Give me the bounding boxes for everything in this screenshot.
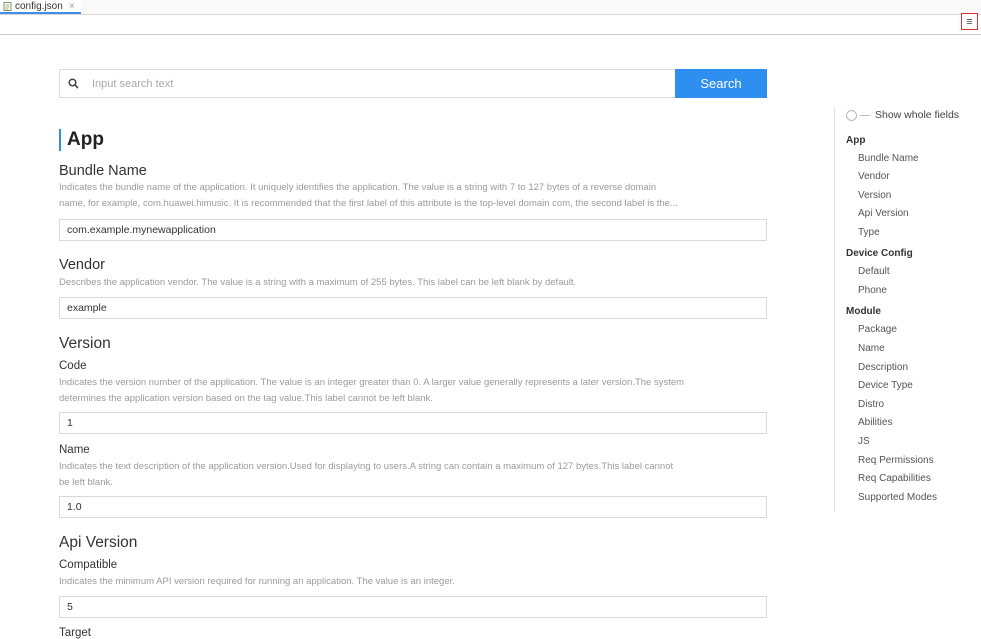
- nav-item-version[interactable]: Version: [858, 190, 891, 201]
- nav-item-description[interactable]: Description: [858, 362, 908, 373]
- field-desc-name-1: Indicates the text description of the ap…: [59, 461, 674, 472]
- version-name-input[interactable]: 1.0: [59, 496, 767, 518]
- section-title-app: App: [59, 129, 104, 151]
- tab-label: config.json: [15, 0, 63, 12]
- api-compatible-input[interactable]: 5: [59, 596, 767, 618]
- nav-item-device-type[interactable]: Device Type: [858, 380, 913, 391]
- nav-item-type[interactable]: Type: [858, 227, 880, 238]
- field-title-vendor: Vendor: [59, 257, 105, 273]
- field-desc-vendor: Describes the application vendor. The va…: [59, 277, 577, 288]
- nav-item-supported-modes[interactable]: Supported Modes: [858, 492, 937, 503]
- nav-item-req-permissions[interactable]: Req Permissions: [858, 455, 934, 466]
- nav-item-api-version[interactable]: Api Version: [858, 208, 909, 219]
- search-button[interactable]: Search: [675, 69, 767, 98]
- nav-item-bundle-name[interactable]: Bundle Name: [858, 153, 919, 164]
- field-title-code: Code: [59, 360, 87, 372]
- field-desc-compatible: Indicates the minimum API version requir…: [59, 576, 455, 587]
- toggle-label: Show whole fields: [875, 109, 960, 121]
- field-title-target: Target: [59, 627, 91, 639]
- nav-group-app[interactable]: App: [846, 135, 865, 146]
- json-file-icon: [3, 1, 12, 11]
- search-input[interactable]: [90, 76, 675, 91]
- show-whole-fields-toggle[interactable]: Show whole fields: [846, 109, 959, 121]
- vendor-input[interactable]: example: [59, 297, 767, 319]
- bundle-name-input[interactable]: com.example.mynewapplication: [59, 219, 767, 241]
- field-title-compatible: Compatible: [59, 559, 118, 571]
- menu-icon[interactable]: ≡: [961, 13, 978, 30]
- search-field[interactable]: [59, 69, 676, 98]
- group-title-api-version: Api Version: [59, 534, 138, 551]
- toggle-track: [860, 114, 870, 116]
- field-title-bundle-name: Bundle Name: [59, 163, 147, 179]
- field-desc-bundle-name-2: name, for example, com.huawei.himusic. I…: [59, 198, 678, 209]
- nav-group-device-config[interactable]: Device Config: [846, 248, 913, 259]
- nav-item-default[interactable]: Default: [858, 266, 890, 277]
- close-icon[interactable]: ×: [69, 1, 75, 12]
- field-desc-bundle-name-1: Indicates the bundle name of the applica…: [59, 182, 657, 193]
- editor-toolbar: [0, 15, 981, 35]
- nav-item-phone[interactable]: Phone: [858, 285, 887, 296]
- tab-config-json[interactable]: config.json ×: [0, 0, 81, 14]
- nav-group-module[interactable]: Module: [846, 306, 881, 317]
- version-code-input[interactable]: 1: [59, 412, 767, 434]
- field-desc-name-2: be left blank.: [59, 477, 113, 488]
- field-desc-code-2: determines the application version based…: [59, 393, 433, 404]
- search-icon: [60, 78, 90, 89]
- toggle-switch-icon: [846, 109, 857, 121]
- group-title-version: Version: [59, 335, 111, 352]
- field-title-name: Name: [59, 444, 90, 456]
- nav-item-package[interactable]: Package: [858, 324, 897, 335]
- search-bar: Search: [59, 69, 767, 98]
- nav-item-js[interactable]: JS: [858, 436, 870, 447]
- nav-item-distro[interactable]: Distro: [858, 399, 884, 410]
- nav-item-vendor[interactable]: Vendor: [858, 171, 890, 182]
- nav-item-name[interactable]: Name: [858, 343, 885, 354]
- nav-item-abilities[interactable]: Abilities: [858, 417, 892, 428]
- nav-item-req-capabilities[interactable]: Req Capabilities: [858, 473, 931, 484]
- tab-bar: config.json ×: [0, 0, 981, 15]
- field-desc-code-1: Indicates the version number of the appl…: [59, 377, 685, 388]
